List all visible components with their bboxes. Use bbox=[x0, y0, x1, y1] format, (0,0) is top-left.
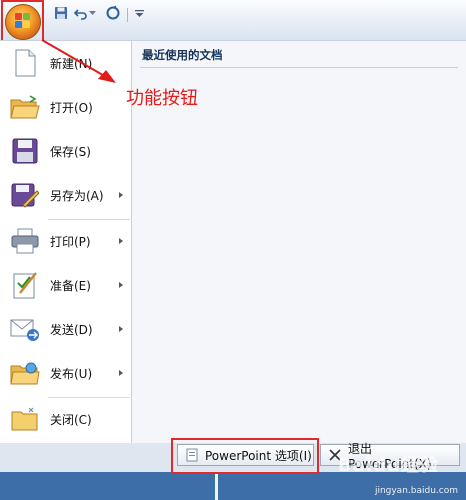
taskbar-divider bbox=[215, 472, 218, 500]
watermark-brand: Baidu经验 bbox=[338, 455, 439, 476]
watermark-url: jingyan.baidu.com bbox=[374, 486, 458, 496]
annotation-arrow-icon bbox=[41, 39, 116, 83]
options-button-highlight bbox=[171, 438, 319, 474]
